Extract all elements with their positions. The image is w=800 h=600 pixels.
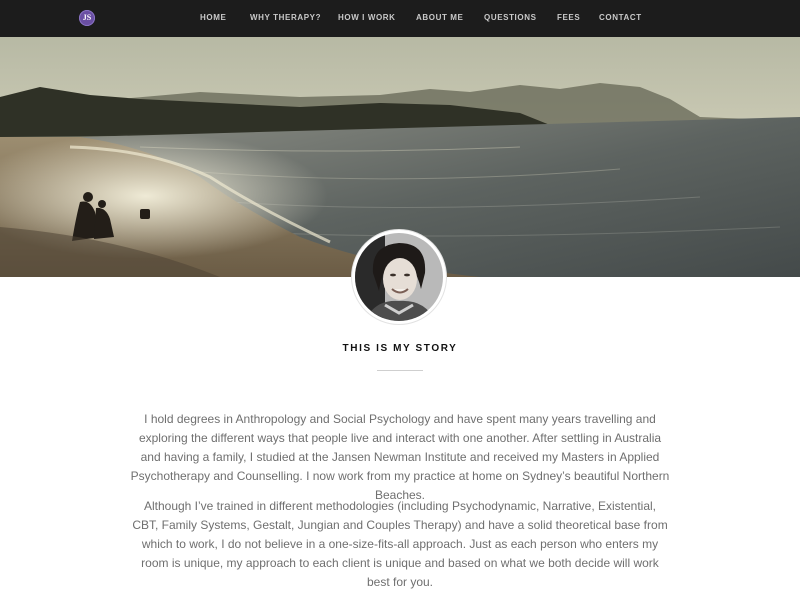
title-divider (377, 370, 423, 371)
nav-fees[interactable]: FEES (557, 13, 580, 22)
site-logo[interactable]: JS (79, 10, 95, 26)
portrait-photo (355, 233, 443, 321)
nav-home[interactable]: HOME (200, 13, 226, 22)
nav-questions[interactable]: QUESTIONS (484, 13, 537, 22)
nav-how-i-work[interactable]: HOW I WORK (338, 13, 396, 22)
nav-contact[interactable]: CONTACT (599, 13, 642, 22)
nav-why-therapy[interactable]: WHY THERAPY? (250, 13, 321, 22)
profile-avatar (355, 233, 443, 321)
story-paragraph: I hold degrees in Anthropology and Socia… (130, 412, 670, 502)
section-title: THIS IS MY STORY (342, 343, 458, 354)
top-navbar: JS HOME WHY THERAPY? HOW I WORK ABOUT ME… (0, 0, 800, 37)
nav-about-me[interactable]: ABOUT ME (416, 13, 463, 22)
story-paragraph: Although I’ve trained in different metho… (132, 499, 668, 589)
